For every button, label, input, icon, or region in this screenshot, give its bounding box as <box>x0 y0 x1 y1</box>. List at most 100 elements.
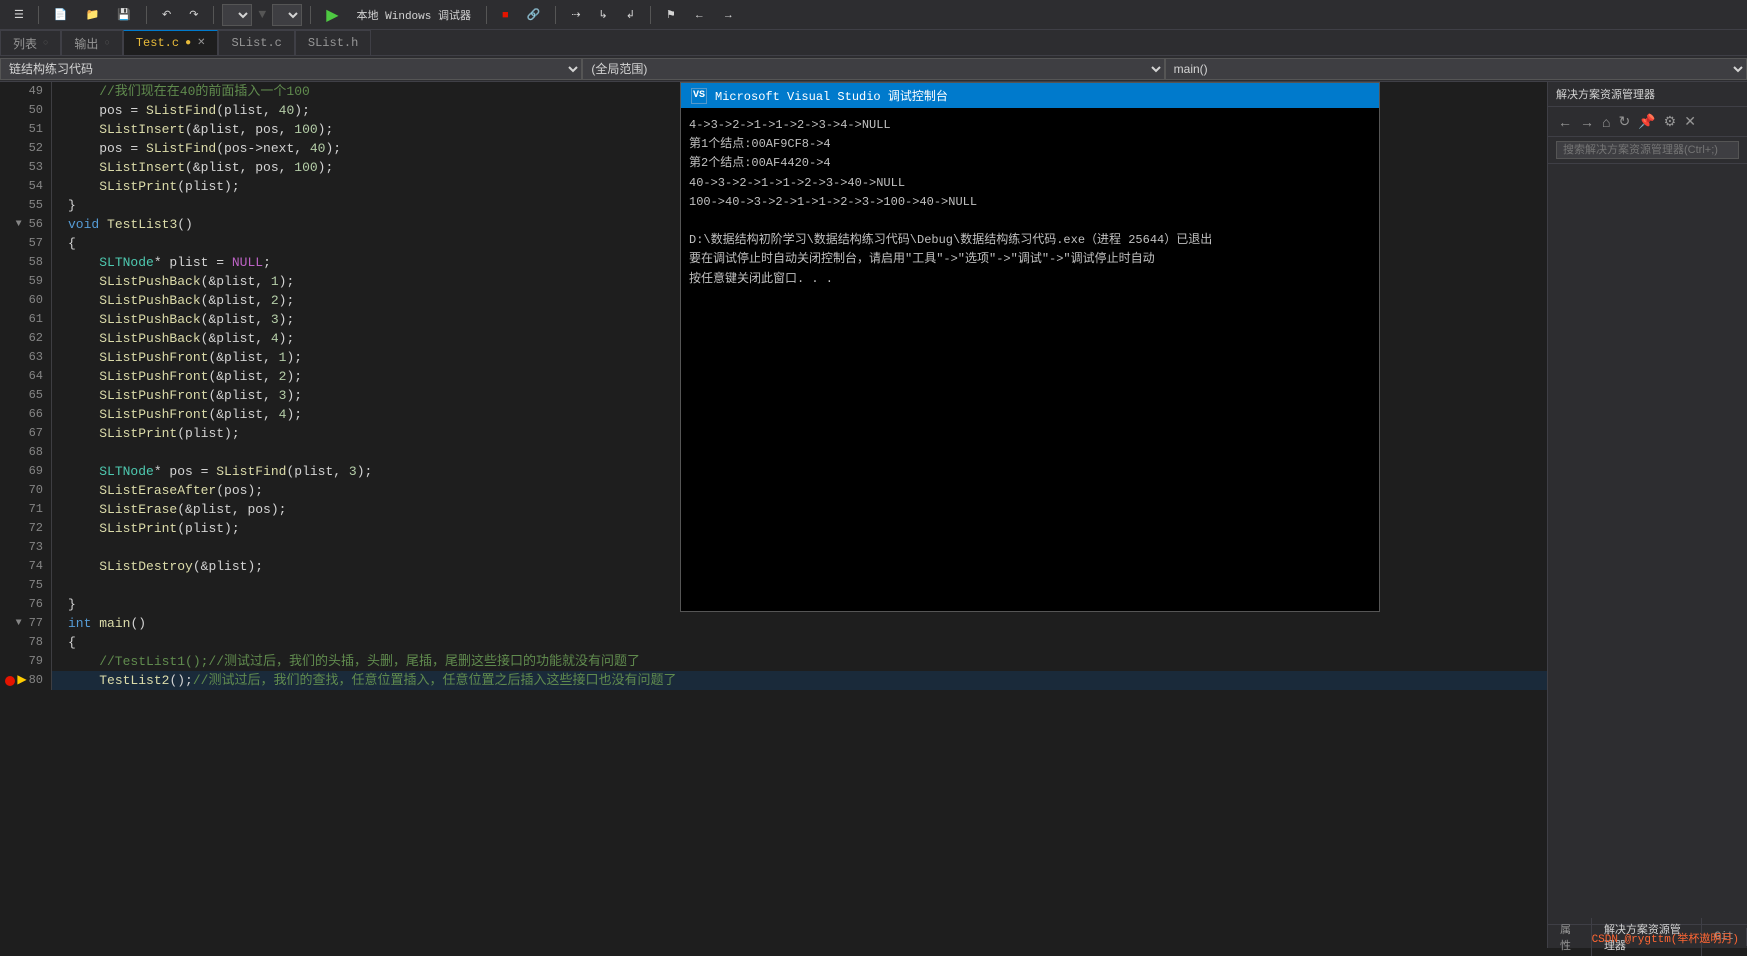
function-select[interactable]: main() <box>1165 58 1747 80</box>
tab-list[interactable]: 列表 ○ <box>0 30 61 55</box>
line-content <box>52 576 68 595</box>
line-content: pos = SListFind(plist, 40); <box>52 101 310 120</box>
sidebar-close-btn[interactable]: ✕ <box>1682 111 1698 132</box>
sidebar-title: 解决方案资源管理器 <box>1556 86 1655 102</box>
step-in-btn[interactable]: ↳ <box>592 5 615 24</box>
line-number: 72 <box>0 519 52 538</box>
console-line <box>689 212 1371 231</box>
line-content: SListPushFront(&plist, 1); <box>52 348 302 367</box>
line-number: 73 <box>0 538 52 557</box>
sidebar-search[interactable] <box>1548 137 1747 164</box>
run-label: 本地 Windows 调试器 <box>350 4 478 26</box>
line-number: 54 <box>0 177 52 196</box>
console-titlebar[interactable]: VS Microsoft Visual Studio 调试控制台 <box>681 83 1379 108</box>
line-number: 49 <box>0 82 52 101</box>
console-line: D:\数据结构初阶学习\数据结构练习代码\Debug\数据结构练习代码.exe（… <box>689 231 1371 250</box>
tab-output[interactable]: 输出 ○ <box>61 30 122 55</box>
console-line: 第2个结点:00AF4420->4 <box>689 154 1371 173</box>
line-number: 63 <box>0 348 52 367</box>
sidebar-home-btn[interactable]: ⌂ <box>1600 112 1612 132</box>
line-number: 55 <box>0 196 52 215</box>
line-number: 75 <box>0 576 52 595</box>
tab-output-label: 输出 <box>74 35 98 52</box>
table-row: ▼ 77 int main() <box>0 614 1547 633</box>
step-over-btn[interactable]: ⇢ <box>564 5 587 24</box>
line-number: 50 <box>0 101 52 120</box>
line-number: ▼ 77 <box>0 614 52 633</box>
line-content: TestList2();//测试过后，我们的查找，任意位置插入，任意位置之后插入… <box>52 671 676 690</box>
table-row: 78 { <box>0 633 1547 652</box>
console-line: 按任意键关闭此窗口. . . <box>689 270 1371 289</box>
line-content: //TestList1();//测试过后，我们的头插，头删，尾插，尾删这些接口的… <box>52 652 640 671</box>
stop-btn[interactable]: ■ <box>495 6 516 24</box>
right-sidebar: 解决方案资源管理器 ← → ⌂ ↻ 📌 ⚙ ✕ 属性 解决方案资源管理器 Git <box>1547 82 1747 948</box>
tab-bar: 列表 ○ 输出 ○ Test.c ● ✕ SList.c SList.h <box>0 30 1747 56</box>
open-btn[interactable]: 📁 <box>79 5 107 24</box>
line-content: SListPrint(plist); <box>52 519 240 538</box>
line-content: void TestList3() <box>52 215 193 234</box>
table-row: 79 //TestList1();//测试过后，我们的头插，头删，尾插，尾删这些… <box>0 652 1547 671</box>
sidebar-settings-btn[interactable]: ⚙ <box>1662 111 1679 132</box>
tab-output-pin: ○ <box>104 38 109 48</box>
file-menu[interactable]: ☰ <box>8 6 30 24</box>
sidebar-forward-btn[interactable]: → <box>1578 112 1596 132</box>
prev-bookmark-btn[interactable]: ← <box>687 6 712 24</box>
line-content <box>52 443 68 462</box>
line-number: 59 <box>0 272 52 291</box>
line-content: SListPushBack(&plist, 4); <box>52 329 294 348</box>
redo-btn[interactable]: ↷ <box>182 5 205 24</box>
watermark: CSDN @rygttm(举杯遨明月) <box>1592 930 1739 946</box>
line-number: 78 <box>0 633 52 652</box>
line-content: //我们现在在40的前面插入一个100 <box>52 82 310 101</box>
code-editor[interactable]: 49 //我们现在在40的前面插入一个100 50 pos = SListFin… <box>0 82 1547 948</box>
config-dropdown[interactable]: Debug <box>222 4 252 26</box>
line-number: 74 <box>0 557 52 576</box>
sidebar-toolbar: ← → ⌂ ↻ 📌 ⚙ ✕ <box>1548 107 1747 137</box>
tab-testc-close[interactable]: ✕ <box>197 37 205 49</box>
line-content: SLTNode* plist = NULL; <box>52 253 271 272</box>
tab-testc[interactable]: Test.c ● ✕ <box>123 30 219 55</box>
scope-select[interactable]: 链结构练习代码 <box>0 58 582 80</box>
line-content: } <box>52 595 76 614</box>
bookmark-btn[interactable]: ⚑ <box>659 5 683 24</box>
console-window[interactable]: VS Microsoft Visual Studio 调试控制台 4->3->2… <box>680 82 1380 612</box>
line-number: 60 <box>0 291 52 310</box>
tab-slistc[interactable]: SList.c <box>218 30 294 55</box>
line-content: SListInsert(&plist, pos, 100); <box>52 120 333 139</box>
line-number: 61 <box>0 310 52 329</box>
line-number: 79 <box>0 652 52 671</box>
tab-slisth[interactable]: SList.h <box>295 30 371 55</box>
line-number: 67 <box>0 424 52 443</box>
sidebar-pin-btn[interactable]: 📌 <box>1636 111 1657 132</box>
line-content: SListPushFront(&plist, 2); <box>52 367 302 386</box>
sidebar-search-input[interactable] <box>1556 141 1739 159</box>
sidebar-header: 解决方案资源管理器 <box>1548 82 1747 107</box>
run-btn[interactable]: ▶ <box>319 2 345 28</box>
line-number: 64 <box>0 367 52 386</box>
line-content: int main() <box>52 614 146 633</box>
line-number: ▼ 56 <box>0 215 52 234</box>
toolbar: ☰ 📄 📁 💾 ↶ ↷ Debug ▼ x86 ▶ 本地 Windows 调试器… <box>0 0 1747 30</box>
line-content: SListErase(&plist, pos); <box>52 500 286 519</box>
line-content: SListPushBack(&plist, 3); <box>52 310 294 329</box>
line-number: 52 <box>0 139 52 158</box>
line-content: SListPrint(plist); <box>52 177 240 196</box>
line-number: 70 <box>0 481 52 500</box>
console-content: 4->3->2->1->1->2->3->4->NULL 第1个结点:00AF9… <box>681 108 1379 611</box>
global-select[interactable]: (全局范围) <box>582 58 1164 80</box>
sidebar-refresh-btn[interactable]: ↻ <box>1616 111 1632 132</box>
save-btn[interactable]: 💾 <box>110 5 138 24</box>
line-content: SListPrint(plist); <box>52 424 240 443</box>
line-content: SListEraseAfter(pos); <box>52 481 263 500</box>
tab-list-pin: ○ <box>43 38 48 48</box>
sidebar-content <box>1548 164 1747 924</box>
tab-properties[interactable]: 属性 <box>1548 918 1592 956</box>
sidebar-back-btn[interactable]: ← <box>1556 112 1574 132</box>
new-btn[interactable]: 📄 <box>47 5 75 24</box>
attach-btn[interactable]: 🔗 <box>520 5 548 24</box>
step-out-btn[interactable]: ↲ <box>619 5 642 24</box>
undo-btn[interactable]: ↶ <box>155 5 178 24</box>
platform-dropdown[interactable]: x86 <box>272 4 302 26</box>
line-number: 69 <box>0 462 52 481</box>
next-bookmark-btn[interactable]: → <box>716 6 741 24</box>
